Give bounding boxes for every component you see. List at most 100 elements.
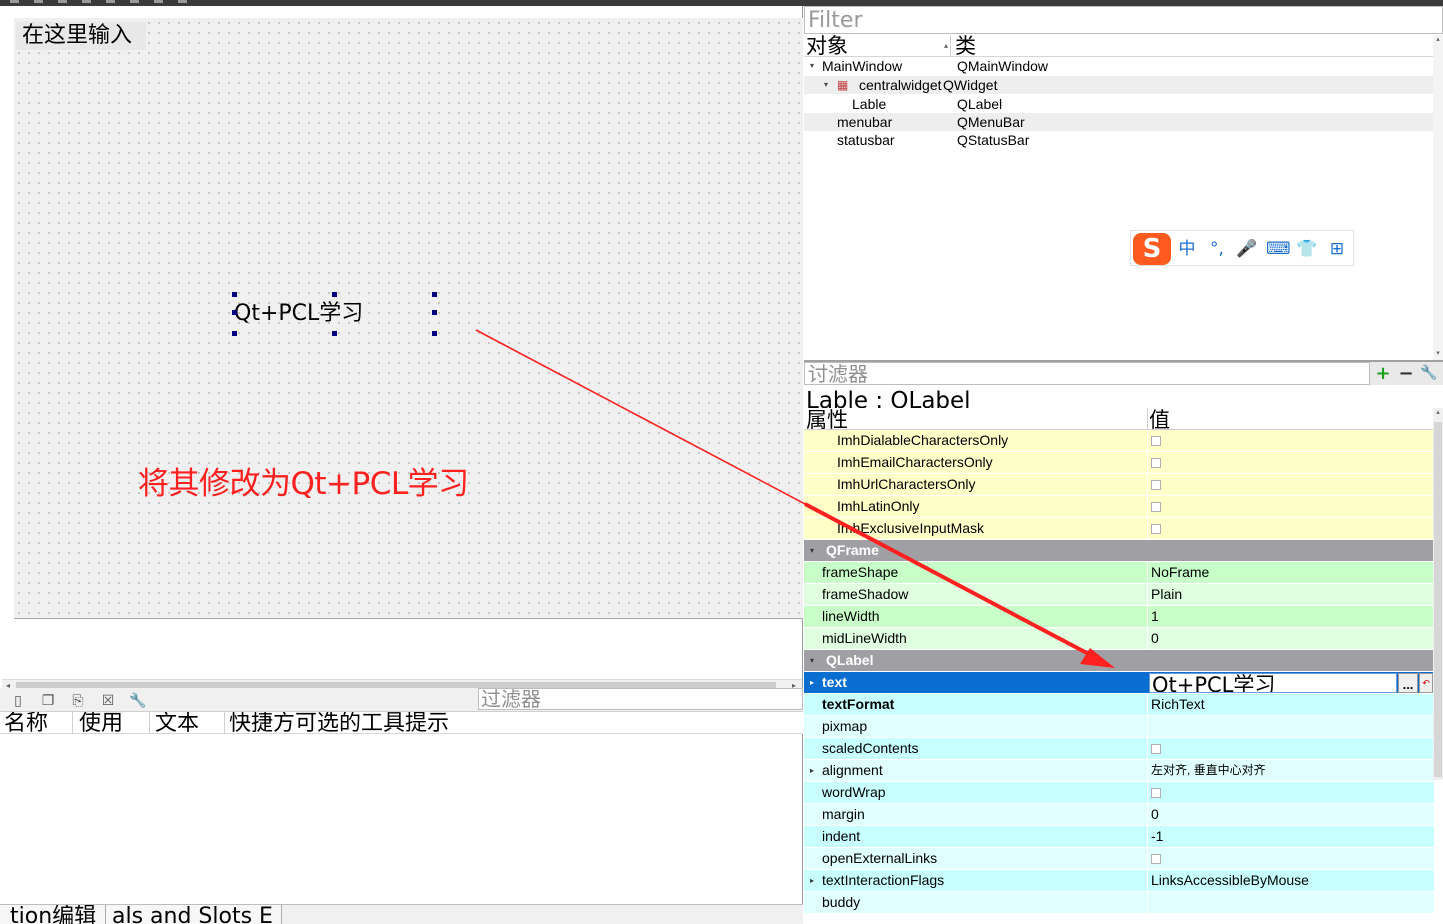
collapse-icon[interactable]: ▾ (810, 650, 814, 671)
column-header-text[interactable]: 文本 (155, 712, 199, 733)
property-row[interactable]: ▸ alignment 左对齐, 垂直中心对齐 (804, 760, 1434, 782)
property-row[interactable]: ImhExclusiveInputMask (804, 518, 1434, 540)
property-checkbox[interactable] (1151, 524, 1161, 534)
property-filter-input[interactable]: 讨滤器 (804, 362, 1370, 385)
property-checkbox[interactable] (1151, 480, 1161, 490)
property-value[interactable]: 0 (1151, 628, 1159, 649)
property-checkbox[interactable] (1151, 502, 1161, 512)
property-section-qlabel[interactable]: ▾ QLabel (804, 650, 1434, 672)
property-row[interactable]: ImhEmailCharactersOnly (804, 452, 1434, 474)
toolbar-icon[interactable] (154, 0, 163, 3)
toolbar-icon[interactable] (10, 0, 19, 3)
scroll-up-icon[interactable]: ▴ (1433, 35, 1443, 45)
property-row[interactable]: margin 0 (804, 804, 1434, 826)
property-value[interactable]: 左对齐, 垂直中心对齐 (1151, 760, 1266, 781)
resize-handle[interactable] (432, 331, 437, 336)
property-row[interactable]: ▸ textInteractionFlags LinksAccessibleBy… (804, 870, 1434, 892)
resize-handle[interactable] (332, 331, 337, 336)
object-row-mainwindow[interactable]: ▾ MainWindow QMainWindow (804, 57, 1434, 75)
tab-signals-slots-editor[interactable]: als and Slots E (106, 905, 282, 924)
scroll-down-icon[interactable]: ▾ (1433, 349, 1443, 359)
action-filter-input[interactable]: 过滤器 (478, 688, 803, 710)
wrench-icon[interactable]: 🔧 (1418, 362, 1440, 385)
property-checkbox[interactable] (1151, 458, 1161, 468)
property-row[interactable]: ImhDialableCharactersOnly (804, 430, 1434, 452)
sogou-logo-icon[interactable]: S (1133, 233, 1171, 265)
property-row[interactable]: openExternalLinks (804, 848, 1434, 870)
property-row[interactable]: ImhLatinOnly (804, 496, 1434, 518)
property-row[interactable]: textFormat RichText (804, 694, 1434, 716)
property-value[interactable]: LinksAccessibleByMouse (1151, 870, 1309, 891)
reset-icon[interactable]: ↶ (1419, 673, 1433, 693)
column-header-object[interactable]: 对象 (806, 35, 848, 56)
property-checkbox[interactable] (1151, 744, 1161, 754)
edit-dialog-button[interactable]: ... (1398, 673, 1418, 693)
property-checkbox[interactable] (1151, 788, 1161, 798)
new-action-icon[interactable]: ▯ (9, 691, 27, 709)
menubar-placeholder[interactable]: 在这里输入 (16, 22, 146, 50)
collapse-icon[interactable]: ▾ (810, 57, 814, 75)
property-row[interactable]: buddy (804, 892, 1434, 914)
property-row[interactable]: scaledContents (804, 738, 1434, 760)
property-vertical-scrollbar[interactable]: ▴ (1433, 408, 1443, 780)
collapse-icon[interactable]: ▾ (824, 76, 828, 94)
property-row[interactable]: frameShape NoFrame (804, 562, 1434, 584)
remove-property-icon[interactable]: − (1395, 362, 1417, 385)
object-row-menubar[interactable]: menubar QMenuBar (804, 113, 1434, 131)
property-row[interactable]: lineWidth 1 (804, 606, 1434, 628)
column-header-name[interactable]: 名称 (4, 712, 48, 733)
expand-icon[interactable]: ▸ (810, 870, 814, 891)
add-property-icon[interactable]: + (1372, 362, 1394, 385)
tab-action-editor[interactable]: tion编辑 (0, 905, 106, 924)
property-row[interactable]: wordWrap (804, 782, 1434, 804)
resize-handle[interactable] (232, 310, 237, 315)
resize-handle[interactable] (332, 292, 337, 297)
resize-handle[interactable] (432, 310, 437, 315)
toolbar-icon[interactable] (34, 0, 43, 3)
collapse-icon[interactable]: ▾ (810, 540, 814, 561)
expand-icon[interactable]: ▸ (810, 672, 814, 693)
delete-action-icon[interactable]: ☒ (99, 691, 117, 709)
object-row-centralwidget[interactable]: ▾ ▦ centralwidget QWidget (804, 76, 1434, 94)
object-row-statusbar[interactable]: statusbar QStatusBar (804, 131, 1434, 149)
property-checkbox[interactable] (1151, 854, 1161, 864)
resize-handle[interactable] (432, 292, 437, 297)
column-header-class[interactable]: 类 (955, 35, 976, 56)
property-value[interactable]: NoFrame (1151, 562, 1209, 583)
keyboard-icon[interactable]: ⌨ (1266, 238, 1291, 260)
property-row[interactable]: frameShadow Plain (804, 584, 1434, 606)
property-row-selected[interactable]: ▸ text Qt+PCL学习 ... ↶ (804, 672, 1434, 694)
paste-action-icon[interactable]: ⎘ (69, 691, 87, 709)
ime-punctuation-icon[interactable]: °, (1206, 238, 1228, 260)
toolbar-icon[interactable] (106, 0, 115, 3)
toolbar-icon[interactable] (130, 0, 139, 3)
column-separator[interactable] (72, 712, 73, 733)
object-row-lable[interactable]: Lable QLabel (804, 95, 1434, 113)
property-row[interactable]: midLineWidth 0 (804, 628, 1434, 650)
column-header-used[interactable]: 使用 (79, 712, 123, 733)
text-value-editor[interactable]: Qt+PCL学习 (1149, 673, 1397, 693)
scroll-up-icon[interactable]: ▴ (1433, 408, 1443, 418)
object-vertical-scrollbar[interactable]: ▴ ▾ (1433, 35, 1443, 361)
selected-label-widget[interactable]: Qt+PCL学习 (232, 292, 437, 336)
toolbox-grid-icon[interactable]: ⊞ (1326, 238, 1348, 260)
scrollbar-thumb[interactable] (1434, 422, 1442, 777)
property-value[interactable]: Plain (1151, 584, 1182, 605)
column-separator[interactable] (1147, 408, 1148, 429)
column-header-property[interactable]: 属性 (806, 408, 848, 429)
toolbar-icon[interactable] (58, 0, 67, 3)
skin-shirt-icon[interactable]: 👕 (1296, 238, 1318, 260)
column-separator[interactable] (224, 712, 225, 733)
object-filter-input[interactable]: Filter (804, 6, 1443, 34)
wrench-icon[interactable]: 🔧 (129, 691, 147, 709)
property-value[interactable]: 0 (1151, 804, 1159, 825)
column-separator[interactable] (149, 712, 150, 733)
microphone-icon[interactable]: 🎤 (1236, 238, 1258, 260)
toolbar-icon[interactable] (82, 0, 91, 3)
resize-handle[interactable] (232, 331, 237, 336)
property-checkbox[interactable] (1151, 436, 1161, 446)
column-separator[interactable] (950, 35, 951, 56)
toolbar-icon[interactable] (178, 0, 187, 3)
expand-icon[interactable]: ▸ (810, 760, 814, 781)
property-value[interactable]: RichText (1151, 694, 1205, 715)
